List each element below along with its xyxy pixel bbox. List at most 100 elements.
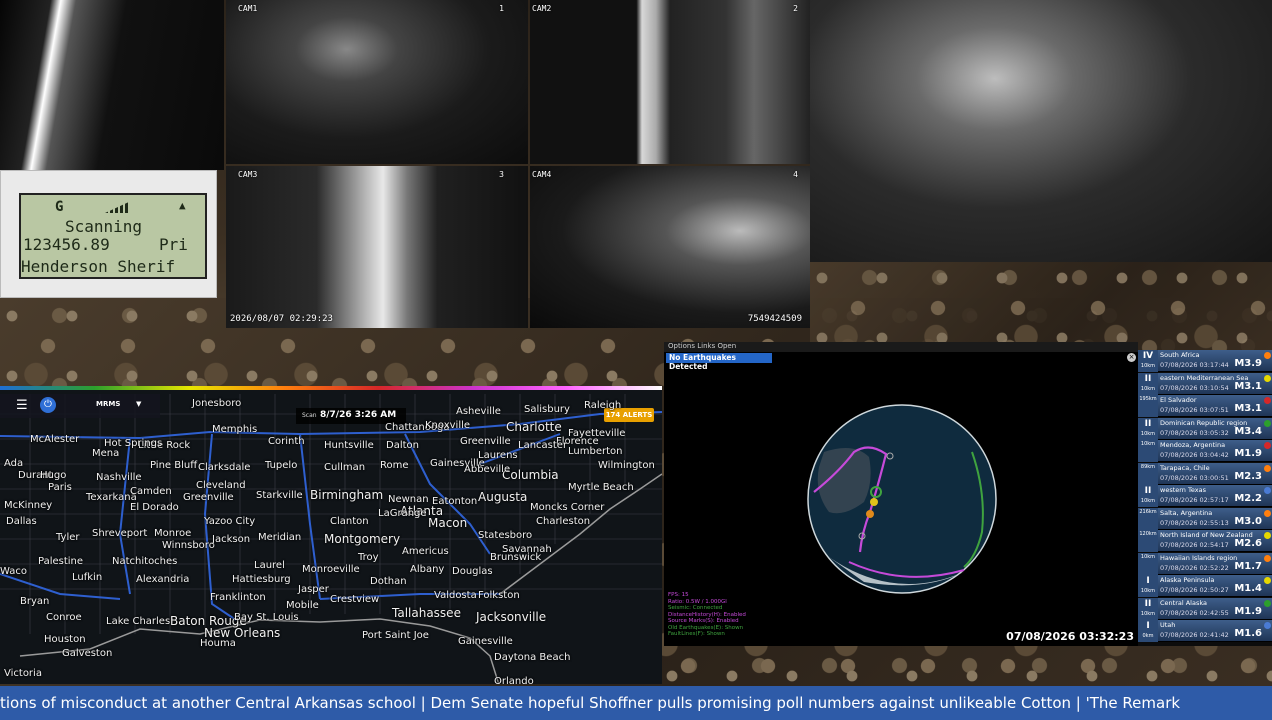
city-label: Winnsboro xyxy=(162,540,215,551)
quake-depth: 195km xyxy=(1139,396,1157,402)
quake-intensity: 10km xyxy=(1138,440,1158,462)
product-selector[interactable]: MRMS xyxy=(96,400,120,408)
city-label: Charleston xyxy=(536,516,591,527)
city-label: Valdosta xyxy=(434,590,477,601)
city-label: Tupelo xyxy=(265,460,298,471)
city-label: Hugo xyxy=(40,470,67,481)
quake-magnitude: M1.9 xyxy=(1234,605,1262,617)
quake-list-item[interactable]: II 10km Central Alaska 07/08/2026 02:42:55 M… xyxy=(1138,597,1272,620)
cam2-feed: CAM2 2 xyxy=(530,0,810,164)
triangle-icon: ▲ xyxy=(179,199,186,212)
quake-list-item[interactable]: I 10km Alaska Peninsula 07/08/2026 02:50:27… xyxy=(1138,575,1272,597)
cam2-number: 2 xyxy=(793,4,798,13)
city-label: Clanton xyxy=(330,516,369,527)
quake-time: 07/08/2026 03:04:42 xyxy=(1160,451,1229,459)
city-label: Cleveland xyxy=(196,480,246,491)
quake-list-item[interactable]: II 10km Dominican Republic region 07/08/202… xyxy=(1138,417,1272,440)
city-label: Gainesville xyxy=(458,636,513,647)
cam4-number: 4 xyxy=(793,170,798,179)
quake-location: Hawaiian Islands region xyxy=(1160,553,1238,562)
radio-scanner: G ▲ Scanning 123456.89 Pri Henderson She… xyxy=(0,170,217,298)
signal-bars-icon xyxy=(105,201,131,213)
city-label: Asheville xyxy=(456,406,501,417)
city-label: Birmingham xyxy=(310,488,384,502)
power-icon[interactable]: ⏻ xyxy=(40,397,56,413)
quake-time: 07/08/2026 03:17:44 xyxy=(1160,361,1229,369)
hallway-camera-feed xyxy=(0,0,224,170)
city-label: Macon xyxy=(428,516,468,530)
quake-severity-dot xyxy=(1264,599,1271,607)
quake-list-item[interactable]: II 10km western Texas 07/08/2026 02:57:17 M2… xyxy=(1138,485,1272,507)
quake-magnitude: M3.0 xyxy=(1234,515,1262,527)
quake-list-item[interactable]: II 10km eastern Mediterranean Sea 07/08/202… xyxy=(1138,372,1272,395)
chevron-down-icon[interactable]: ▼ xyxy=(136,400,141,408)
cam3-feed: CAM3 3 2026/08/07 02:29:23 xyxy=(226,166,528,328)
earthquake-list: IV 10km South Africa 07/08/2026 03:17:44 M3.… xyxy=(1138,350,1272,646)
quake-list-item[interactable]: I 0km Utah 07/08/2026 02:41:42 M1.6 xyxy=(1138,620,1272,642)
city-label: Moncks Corner xyxy=(530,502,605,513)
cam4-label: CAM4 xyxy=(532,170,552,179)
map-toolbar: ☰ ⏻ MRMS ▼ xyxy=(0,394,160,418)
city-label: Shreveport xyxy=(92,528,148,539)
quake-depth: 10km xyxy=(1140,385,1156,392)
city-label: Mobile xyxy=(286,600,319,611)
city-label: Montgomery xyxy=(324,532,401,546)
quake-severity-dot xyxy=(1264,554,1271,562)
city-label: Monroe xyxy=(154,528,192,539)
quake-time: 07/08/2026 02:50:27 xyxy=(1160,586,1229,594)
city-label: Columbia xyxy=(502,468,559,482)
cam1-label: CAM1 xyxy=(238,4,258,13)
scanner-frequency: 123456.89 xyxy=(23,235,110,254)
city-label: Knoxville xyxy=(425,420,471,431)
quake-location: South Africa xyxy=(1160,351,1200,359)
city-label: Rome xyxy=(380,460,409,471)
quake-list-item[interactable]: 89km Tarapaca, Chile 07/08/2026 03:00:51 M2… xyxy=(1138,462,1272,485)
quake-list-item[interactable]: 10km Mendoza, Argentina 07/08/2026 03:04:4… xyxy=(1138,440,1272,462)
quake-location: Tarapaca, Chile xyxy=(1160,463,1210,472)
city-label: Galveston xyxy=(62,648,113,659)
city-label: Jacksonville xyxy=(476,610,547,624)
city-label: Dallas xyxy=(6,516,37,527)
trees-camera-feed xyxy=(810,0,1272,262)
city-label: Bryan xyxy=(20,596,50,607)
quake-depth: 10km xyxy=(1140,363,1156,369)
city-label: Jackson xyxy=(212,534,251,545)
quake-magnitude: M3.1 xyxy=(1234,403,1262,414)
city-label: Corinth xyxy=(268,436,305,447)
quake-time: 07/08/2026 02:52:22 xyxy=(1160,563,1229,572)
quake-intensity: 216km xyxy=(1138,507,1158,530)
city-label: Troy xyxy=(358,552,379,563)
city-label: Port Saint Joe xyxy=(362,630,429,641)
quake-time: 07/08/2026 03:10:54 xyxy=(1160,383,1229,392)
quake-list-item[interactable]: 195km El Salvador 07/08/2026 03:07:51 M3.1 xyxy=(1138,395,1272,417)
city-label: Alexandria xyxy=(136,574,190,585)
quake-list-item[interactable]: 216km Salta, Argentina 07/08/2026 02:55:13… xyxy=(1138,507,1272,530)
city-label: Albany xyxy=(410,564,445,575)
quake-severity-dot xyxy=(1264,509,1271,517)
city-label: Wilmington xyxy=(598,460,655,471)
quake-list-item[interactable]: IV 10km South Africa 07/08/2026 03:17:44 M3.… xyxy=(1138,350,1272,372)
quake-magnitude: M3.4 xyxy=(1234,425,1262,437)
city-label: McKinney xyxy=(4,500,53,511)
cam2-label: CAM2 xyxy=(532,4,552,13)
city-label: Daytona Beach xyxy=(494,652,571,663)
city-label: Ada xyxy=(4,458,24,469)
quake-location: Utah xyxy=(1160,621,1176,629)
city-label: Mena xyxy=(92,448,120,459)
quake-list-item[interactable]: 120km North Island of New Zealand 07/08/20… xyxy=(1138,530,1272,552)
quake-magnitude: M3.1 xyxy=(1234,380,1262,392)
quake-intensity: 10km xyxy=(1138,552,1158,575)
city-label: Houma xyxy=(200,638,236,649)
scan-label: Scan xyxy=(302,412,317,419)
close-icon[interactable]: × xyxy=(1127,353,1136,362)
quake-list-item[interactable]: 10km Hawaiian Islands region 07/08/2026 02… xyxy=(1138,552,1272,575)
quake-depth: 10km xyxy=(1140,588,1156,594)
city-label: Tallahassee xyxy=(392,606,461,620)
city-label: Folkston xyxy=(478,590,520,601)
menu-icon[interactable]: ☰ xyxy=(16,398,28,413)
quake-intensity-level: II xyxy=(1144,373,1152,384)
quake-status-line: Source Marks(S): Enabled xyxy=(668,618,739,624)
quake-time: 07/08/2026 02:55:13 xyxy=(1160,518,1229,527)
city-label: Victoria xyxy=(4,668,42,679)
quake-time: 07/08/2026 03:05:32 xyxy=(1160,428,1229,437)
